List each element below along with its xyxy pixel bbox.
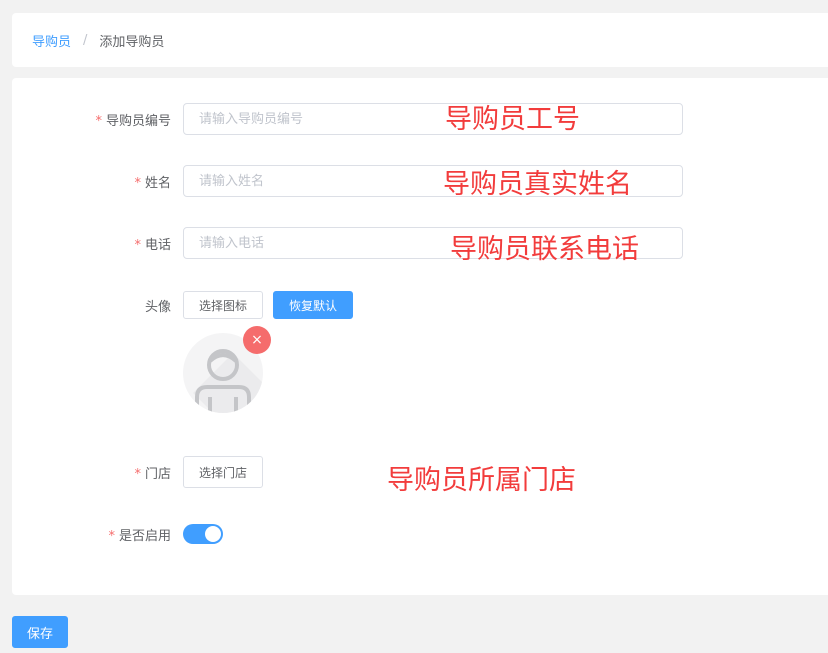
- store-label-text: 门店: [144, 467, 171, 482]
- close-icon: ×: [251, 332, 263, 348]
- store-annotation: 导购员所属门店: [387, 465, 576, 496]
- toggle-knob: [205, 526, 221, 542]
- reset-default-button[interactable]: 恢复默认: [273, 291, 353, 319]
- enabled-label-text: 是否启用: [118, 529, 171, 544]
- name-label-text: 姓名: [144, 176, 171, 191]
- choose-store-button[interactable]: 选择门店: [183, 456, 263, 488]
- remove-avatar-button[interactable]: ×: [243, 326, 271, 354]
- name-label: * 姓名: [134, 172, 171, 191]
- code-annotation: 导购员工号: [445, 104, 580, 135]
- form-fields: *导购员编号 导购员工号 *姓名 导购员真实姓名 *电话 导购员联系电话 头像 …: [0, 0, 828, 653]
- code-label: * 导购员编号: [95, 110, 171, 129]
- required-mark: *: [108, 529, 115, 544]
- required-mark: *: [134, 176, 141, 191]
- enabled-toggle[interactable]: [183, 524, 223, 544]
- required-mark: *: [134, 238, 141, 253]
- required-mark: *: [95, 114, 102, 129]
- enabled-label: * 是否启用: [108, 525, 171, 544]
- phone-annotation: 导购员联系电话: [450, 234, 639, 265]
- store-label: * 门店: [134, 463, 171, 482]
- phone-label-text: 电话: [144, 238, 171, 253]
- phone-label: * 电话: [134, 234, 171, 253]
- avatar-label: 头像: [144, 300, 171, 315]
- code-label-text: 导购员编号: [105, 114, 171, 129]
- code-input[interactable]: [183, 103, 683, 135]
- choose-icon-button[interactable]: 选择图标: [183, 291, 263, 319]
- name-annotation: 导购员真实姓名: [443, 169, 632, 200]
- save-button[interactable]: 保存: [12, 616, 68, 648]
- required-mark: *: [134, 467, 141, 482]
